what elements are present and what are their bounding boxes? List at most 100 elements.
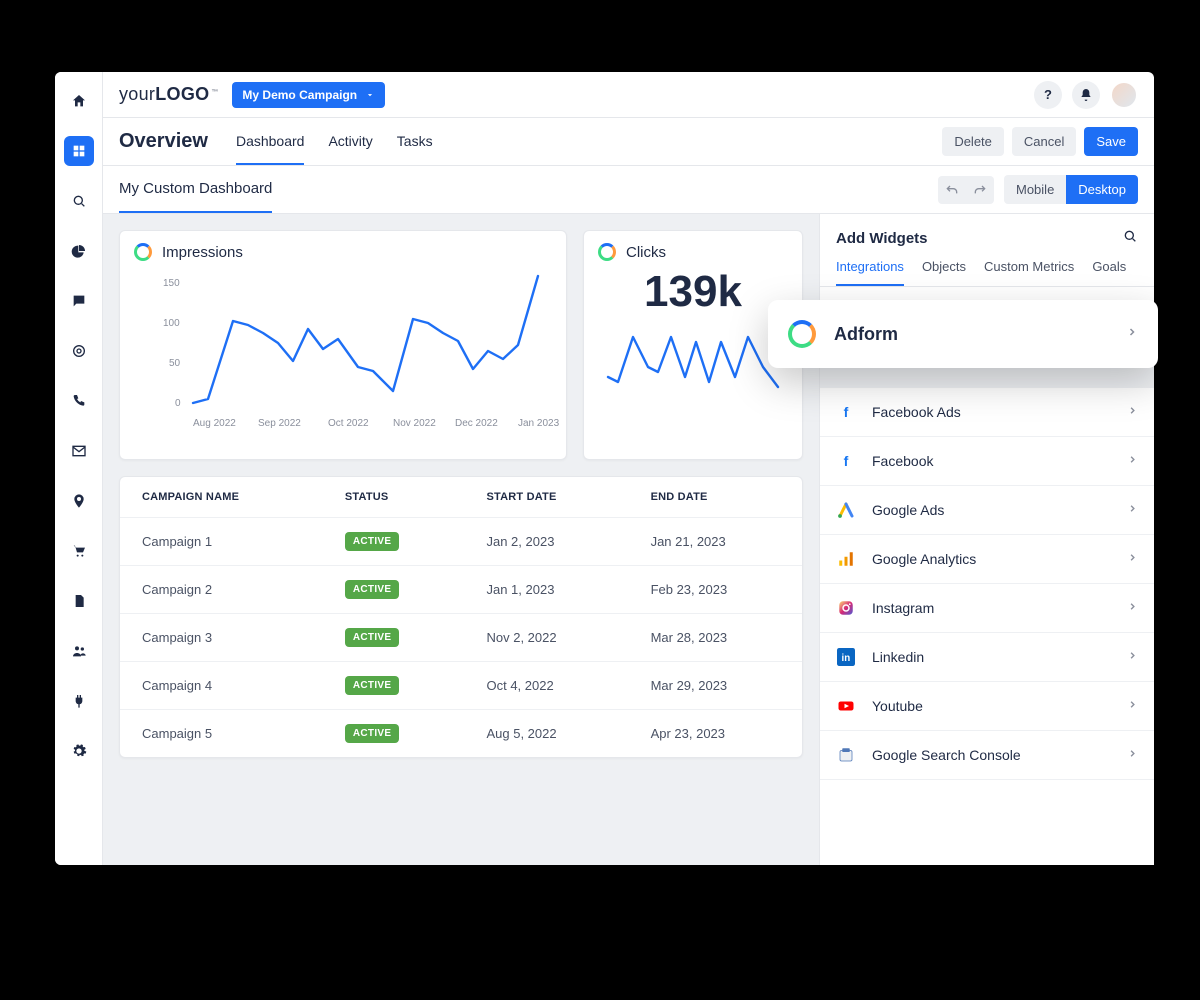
avatar[interactable] (1110, 81, 1138, 109)
col-status: STATUS (323, 477, 465, 518)
cell-name: Campaign 2 (120, 566, 323, 614)
search-icon[interactable] (64, 186, 94, 216)
integration-label: Youtube (872, 698, 923, 714)
integration-label: Instagram (872, 600, 934, 616)
table-row[interactable]: Campaign 4 ACTIVE Oct 4, 2022Mar 29, 2023 (120, 662, 802, 710)
tab-dashboard[interactable]: Dashboard (236, 118, 305, 165)
undo-button[interactable] (938, 176, 966, 204)
cell-start: Nov 2, 2022 (464, 614, 628, 662)
integration-label: Google Search Console (872, 747, 1021, 763)
redo-button[interactable] (966, 176, 994, 204)
panel-tab-objects[interactable]: Objects (922, 259, 966, 286)
topbar: yourLOGO™ My Demo Campaign ? (103, 72, 1154, 118)
status-badge: ACTIVE (345, 676, 399, 695)
table-row[interactable]: Campaign 3ACTIVENov 2, 2022Mar 28, 2023 (120, 614, 802, 662)
svg-text:Nov 2022: Nov 2022 (393, 418, 436, 429)
mail-icon[interactable] (64, 436, 94, 466)
svg-text:50: 50 (169, 358, 181, 369)
cell-end: Mar 29, 2023 (629, 662, 802, 710)
table-row[interactable]: Campaign 1ACTIVEJan 2, 2023Jan 21, 2023 (120, 518, 802, 566)
integration-item[interactable]: Google Analytics (820, 535, 1154, 584)
impressions-widget[interactable]: Impressions 150 100 50 0 Aug 2022 Sep 20… (119, 230, 567, 460)
table-header-row: CAMPAIGN NAME STATUS START DATE END DATE (120, 477, 802, 518)
status-badge: ACTIVE (345, 628, 399, 647)
people-icon[interactable] (64, 636, 94, 666)
integration-label: Google Ads (872, 502, 944, 518)
delete-button[interactable]: Delete (942, 127, 1004, 156)
dashboard-bar: My Custom Dashboard Mobile Desktop (103, 166, 1154, 214)
ring-icon (134, 243, 152, 261)
home-icon[interactable] (64, 86, 94, 116)
integration-icon (836, 500, 856, 520)
integration-item-adform-floating[interactable]: Adform (768, 300, 1158, 368)
device-mobile[interactable]: Mobile (1004, 175, 1066, 204)
chevron-right-icon (1127, 403, 1138, 421)
integration-label: Facebook Ads (872, 404, 961, 420)
logo-tm: ™ (211, 89, 218, 96)
file-icon[interactable] (64, 586, 94, 616)
chevron-right-icon (1127, 599, 1138, 617)
integration-item[interactable]: Google Ads (820, 486, 1154, 535)
table-row[interactable]: Campaign 2ACTIVEJan 1, 2023Feb 23, 2023 (120, 566, 802, 614)
device-toggle: Mobile Desktop (1004, 175, 1138, 204)
pie-icon[interactable] (64, 236, 94, 266)
dashboard-name-tab[interactable]: My Custom Dashboard (119, 166, 272, 213)
panel-tab-goals[interactable]: Goals (1092, 259, 1126, 286)
cancel-button[interactable]: Cancel (1012, 127, 1076, 156)
integration-icon: f (836, 451, 856, 471)
plug-icon[interactable] (64, 686, 94, 716)
chat-icon[interactable] (64, 286, 94, 316)
cell-end: Apr 23, 2023 (629, 710, 802, 758)
integration-item[interactable]: inLinkedin (820, 633, 1154, 682)
integration-icon (836, 745, 856, 765)
pin-icon[interactable] (64, 486, 94, 516)
notifications-button[interactable] (1072, 81, 1100, 109)
dashboard-canvas: Impressions 150 100 50 0 Aug 2022 Sep 20… (103, 214, 819, 865)
panel-search-icon[interactable] (1122, 228, 1138, 249)
svg-text:Jan 2023: Jan 2023 (518, 418, 560, 429)
tab-tasks[interactable]: Tasks (397, 118, 433, 165)
integration-label: Adform (834, 324, 898, 345)
table-row[interactable]: Campaign 5ACTIVEAug 5, 2022Apr 23, 2023 (120, 710, 802, 758)
grid-icon[interactable] (64, 136, 94, 166)
integration-icon (836, 696, 856, 716)
logo: yourLOGO™ (119, 84, 218, 105)
integration-item[interactable]: fFacebook Ads (820, 388, 1154, 437)
logo-prefix: your (119, 84, 155, 104)
target-icon[interactable] (64, 336, 94, 366)
col-end-date: END DATE (629, 477, 802, 518)
integration-item[interactable]: f Facebook (820, 437, 1154, 486)
integration-icon (836, 598, 856, 618)
integration-item[interactable]: Instagram (820, 584, 1154, 633)
cell-start: Oct 4, 2022 (464, 662, 628, 710)
gear-icon[interactable] (64, 736, 94, 766)
svg-text:Dec 2022: Dec 2022 (455, 418, 498, 429)
status-badge: ACTIVE (345, 532, 399, 551)
integration-label: Facebook (872, 453, 933, 469)
svg-text:0: 0 (175, 398, 181, 409)
cell-name: Campaign 4 (120, 662, 323, 710)
integration-icon: in (836, 647, 856, 667)
integration-item[interactable]: Google Search Console (820, 731, 1154, 780)
subheader: Overview Dashboard Activity Tasks Delete… (103, 118, 1154, 166)
col-campaign-name: CAMPAIGN NAME (120, 477, 323, 518)
cart-icon[interactable] (64, 536, 94, 566)
campaign-selector[interactable]: My Demo Campaign (232, 82, 385, 108)
chevron-right-icon (1127, 550, 1138, 568)
panel-tab-integrations[interactable]: Integrations (836, 259, 904, 286)
chevron-right-icon (1127, 697, 1138, 715)
device-desktop[interactable]: Desktop (1066, 175, 1138, 204)
page-title: Overview (119, 130, 208, 153)
help-button[interactable]: ? (1034, 81, 1062, 109)
adform-icon (788, 320, 816, 348)
tab-activity[interactable]: Activity (328, 118, 372, 165)
chevron-right-icon (1126, 325, 1138, 343)
integration-item[interactable]: Youtube (820, 682, 1154, 731)
svg-text:100: 100 (163, 318, 180, 329)
cell-start: Aug 5, 2022 (464, 710, 628, 758)
chevron-right-icon (1127, 501, 1138, 519)
save-button[interactable]: Save (1084, 127, 1138, 156)
phone-icon[interactable] (64, 386, 94, 416)
panel-tab-custom[interactable]: Custom Metrics (984, 259, 1074, 286)
cell-start: Jan 1, 2023 (464, 566, 628, 614)
